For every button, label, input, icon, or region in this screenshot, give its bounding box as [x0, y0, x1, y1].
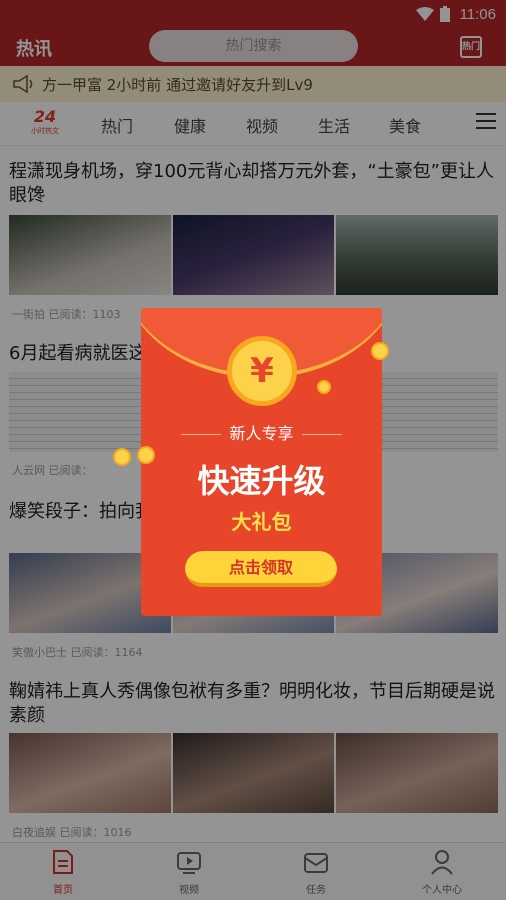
- small-coin-icon: [371, 342, 389, 360]
- popup-subtitle: 新人专享: [141, 420, 382, 444]
- small-coin-icon: [113, 448, 131, 466]
- red-packet-popup[interactable]: ¥ 新人专享 快速升级 大礼包 点击领取: [113, 308, 389, 616]
- claim-button[interactable]: 点击领取: [185, 551, 337, 587]
- yuan-coin-icon: ¥: [227, 336, 297, 406]
- small-coin-icon: [137, 446, 155, 464]
- small-coin-icon: [317, 380, 331, 394]
- popup-gift-label: 大礼包: [231, 510, 292, 534]
- popup-headline: 快速升级: [197, 462, 326, 500]
- red-packet-body: ¥ 新人专享 快速升级 大礼包 点击领取: [141, 308, 382, 616]
